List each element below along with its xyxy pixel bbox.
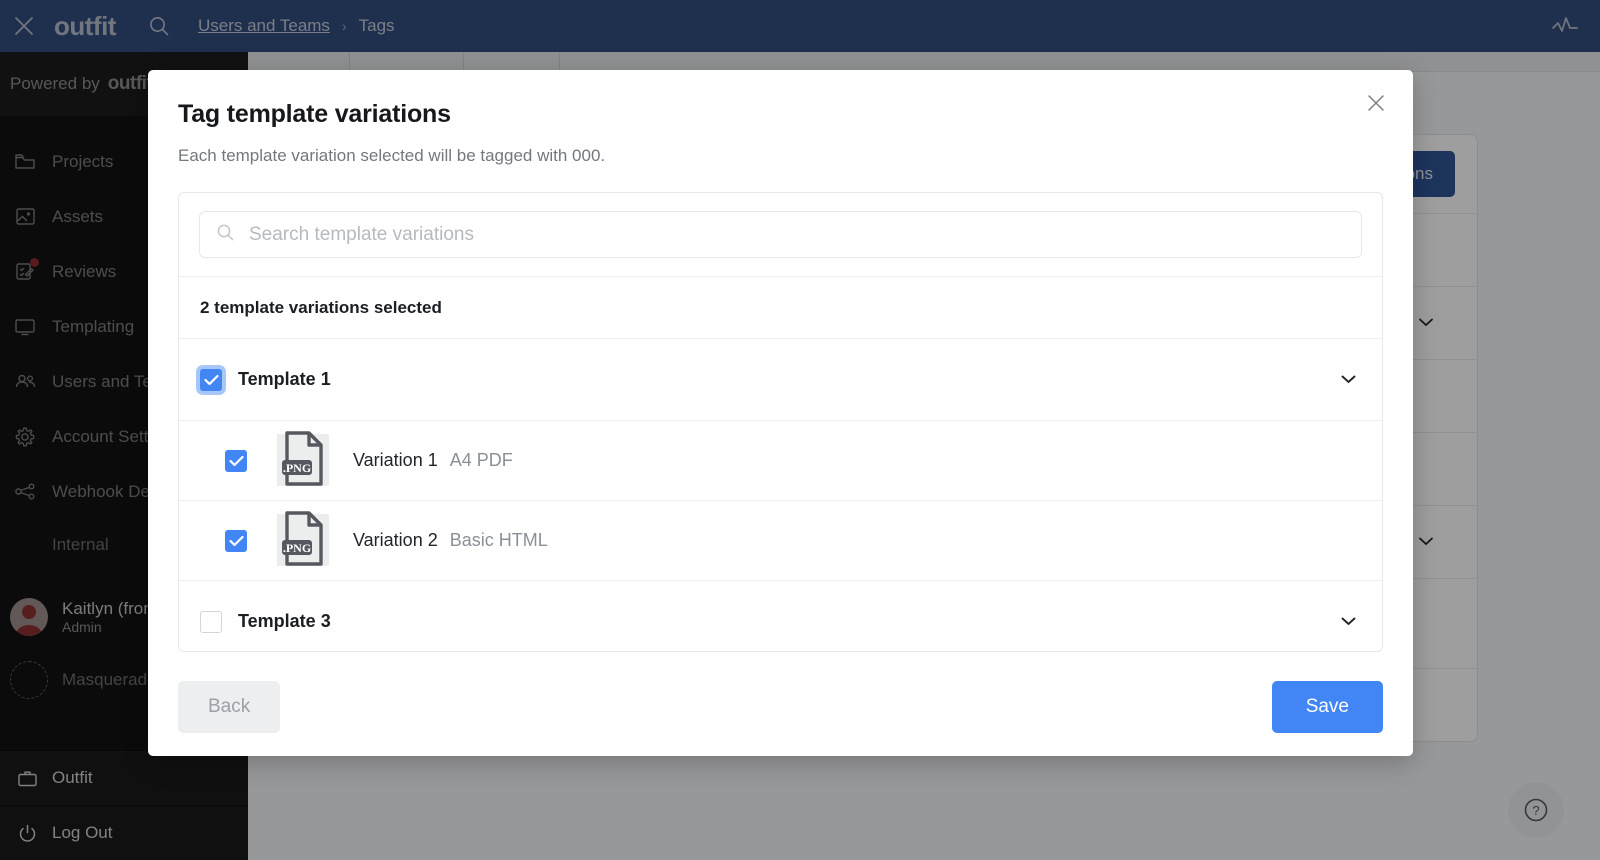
template-row[interactable]: Template 3 [179,580,1382,651]
png-file-icon: .PNG [277,510,329,572]
modal-footer: Back Save [178,680,1383,734]
modal-subtitle: Each template variation selected will be… [178,146,606,165]
save-button[interactable]: Save [1271,681,1383,733]
search-icon [216,223,235,247]
png-file-icon: .PNG [277,430,329,492]
close-icon[interactable] [1363,90,1389,116]
search-input[interactable] [249,223,1345,246]
modal-title: Tag template variations [178,100,451,128]
variation-labels: Variation 2 Basic HTML [353,530,548,551]
chevron-down-icon[interactable] [1341,371,1356,389]
template-row[interactable]: Template 1 [179,338,1382,420]
tag-template-variations-modal: Tag template variations Each template va… [148,70,1413,756]
template-name: Template 3 [238,611,331,631]
template-checkbox[interactable] [200,368,222,391]
svg-text:.PNG: .PNG [283,461,311,475]
back-button[interactable]: Back [178,681,281,733]
variation-labels: Variation 1 A4 PDF [353,450,513,471]
variation-checkbox[interactable] [225,449,247,472]
variation-row[interactable]: .PNG Variation 1 A4 PDF [179,420,1382,500]
variation-row[interactable]: .PNG Variation 2 Basic HTML [179,500,1382,580]
chevron-down-icon[interactable] [1341,613,1356,631]
variation-name: Variation 1 [353,450,438,470]
variation-type: Basic HTML [449,530,548,550]
selection-count: 2 template variations selected [179,276,1382,338]
variation-checkbox[interactable] [225,529,247,552]
template-checkbox[interactable] [200,610,222,633]
search-container [179,193,1382,276]
variation-type: A4 PDF [449,450,513,470]
search-box[interactable] [199,211,1362,258]
app-root: ons ? Powered by outfit Projects Assets … [0,0,1600,860]
template-variation-picker: 2 template variations selected Template … [178,192,1383,652]
template-name: Template 1 [238,369,331,389]
variation-name: Variation 2 [353,530,438,550]
svg-text:.PNG: .PNG [283,541,311,555]
